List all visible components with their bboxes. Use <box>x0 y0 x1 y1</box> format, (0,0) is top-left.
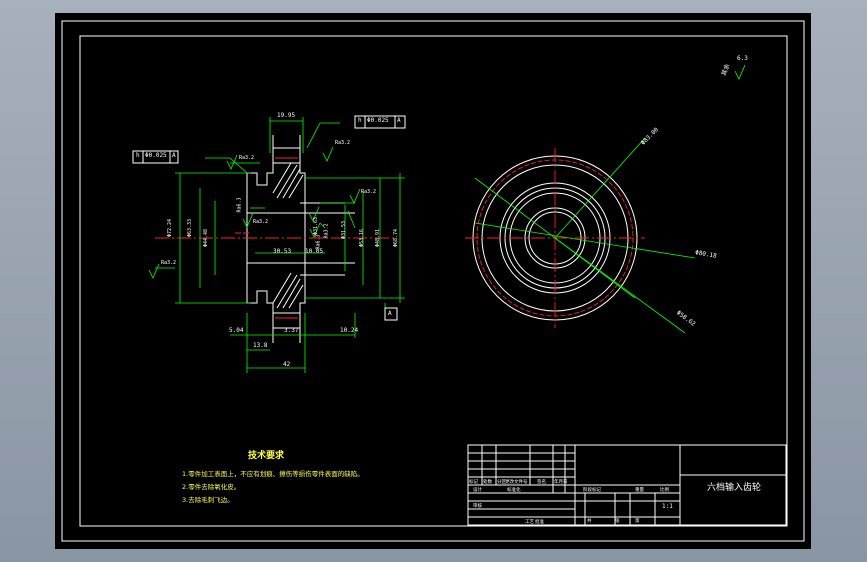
tb-sheet-total: 共 <box>587 519 592 524</box>
notes-line-1: 1.零件加工表面上，不应有划痕、擦伤等损伤零件表面的缺陷。 <box>182 470 364 478</box>
dim-left-outer: Φ72.24 <box>167 218 174 238</box>
tooth-bottom <box>272 312 301 329</box>
roughness-6: Ra3.2 <box>361 189 377 195</box>
dim-bot-1: 5.04 <box>229 327 244 334</box>
tooth-top <box>272 147 301 164</box>
roughness-8: Ra3.2 <box>323 223 330 239</box>
datum-label: A <box>388 310 392 317</box>
scale-value: 1:1 <box>662 503 673 510</box>
tb-date: 年月日 <box>554 480 568 485</box>
tb-weight: 重量 <box>635 488 644 493</box>
dim-inner-2: Φ31.63 <box>313 216 320 236</box>
tb-review: 审核 <box>473 504 482 509</box>
tol-top-h: h <box>358 117 362 124</box>
front-view <box>465 137 696 334</box>
tb-process: 工艺 <box>525 520 534 525</box>
inner-frame <box>79 35 788 527</box>
tb-sheet: 张 <box>615 519 620 524</box>
tb-mark: 标记 <box>469 480 478 485</box>
dim-inner-1: Φ31.53 <box>341 220 348 240</box>
tb-sheet-no: 第 <box>635 519 640 524</box>
roughness-2: Ra3.2 <box>335 140 351 146</box>
tb-ratio: 比例 <box>660 488 669 493</box>
dim-bot-4: 13.8 <box>253 342 268 349</box>
tb-count: 处数 <box>483 480 492 485</box>
tb-standard: 标准化 <box>507 488 521 493</box>
outer-frame <box>61 20 805 542</box>
cad-viewport[interactable]: 19.95 h Φ0.025 A h Φ0.025 A A Ra3.2 Ra3.… <box>0 0 867 562</box>
roughness-symbols <box>148 64 746 279</box>
roughness-1: Ra3.2 <box>239 155 255 161</box>
dim-mid-1: 30.53 <box>273 248 292 255</box>
dim-bot-3: 10.24 <box>340 327 359 334</box>
tol-top-value: Φ0.025 <box>367 117 389 124</box>
tol-left-h: h <box>136 152 140 159</box>
notes-line-3: 3.去除毛刺飞边。 <box>182 496 234 504</box>
dim-right-1: Φ53.16 <box>359 228 366 248</box>
tol-top-datum: A <box>397 117 401 124</box>
dim-mid-2: 10.05 <box>305 248 324 255</box>
notes-title: 技术要求 <box>248 451 285 461</box>
section-dimensions <box>155 117 405 373</box>
section-bottom-outline <box>246 285 306 314</box>
dim-left-3: Φ44.48 <box>203 228 210 248</box>
drawing-canvas[interactable]: 19.95 h Φ0.025 A h Φ0.025 A A Ra3.2 Ra3.… <box>55 13 811 549</box>
tolerance-frames <box>132 115 406 321</box>
tb-design: 设计 <box>473 488 482 493</box>
tb-approve: 批准 <box>535 520 544 525</box>
tb-stage-mark: 阶段标记 <box>583 488 601 493</box>
tb-change-doc: 更改文件号 <box>505 480 528 485</box>
tol-left-datum: A <box>172 152 176 159</box>
dim-top-width: 19.95 <box>277 112 296 119</box>
tb-sign: 签名 <box>537 480 546 485</box>
dim-right-3: Φ68.74 <box>393 228 400 248</box>
corner-roughness-value: 6.3 <box>737 55 748 62</box>
notes-line-2: 2.零件去除氧化皮。 <box>182 483 241 491</box>
dim-bot-2: 3.37 <box>284 327 299 334</box>
roughness-3: Ra3.2 <box>161 260 177 266</box>
roughness-4: Ra6.3 <box>236 197 243 213</box>
dim-left-2: Φ63.33 <box>187 218 194 238</box>
roughness-5: Ra3.2 <box>253 219 269 225</box>
drawing-svg <box>61 20 805 542</box>
tol-left-value: Φ0.025 <box>145 152 167 159</box>
dim-overall: 42 <box>283 361 291 368</box>
part-name: 六档输入齿轮 <box>707 483 762 493</box>
dim-right-2: Φ48.91 <box>375 228 382 248</box>
